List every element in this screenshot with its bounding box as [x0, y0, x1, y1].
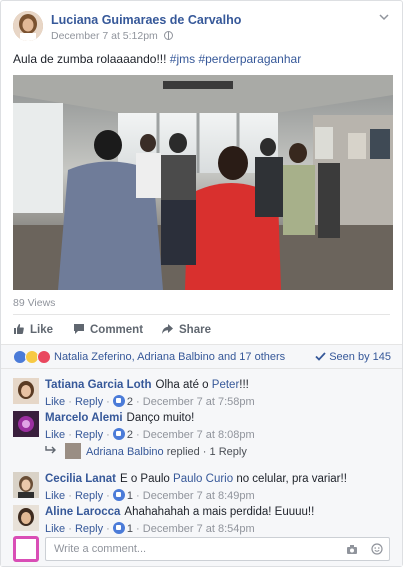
- commenter-name[interactable]: Tatiana Garcia Loth: [45, 379, 152, 391]
- share-button[interactable]: Share: [161, 323, 211, 336]
- comment-text-line: Aline Larocca Ahahahahah a mais perdida! …: [45, 505, 390, 520]
- author-avatar[interactable]: [13, 11, 43, 41]
- like-button[interactable]: Like: [13, 323, 53, 336]
- comment-reply-link[interactable]: Reply: [75, 429, 103, 441]
- like-label: Like: [30, 324, 54, 336]
- commenter-avatar[interactable]: [13, 472, 39, 498]
- comment-body: Marcelo Alemi Danço muito! Like · Reply ·…: [45, 411, 390, 443]
- comment-time[interactable]: December 7 at 7:58pm: [143, 396, 255, 408]
- comment-mention[interactable]: Peter: [212, 379, 240, 391]
- like-badge-icon: [112, 395, 125, 407]
- comment-like-link[interactable]: Like: [45, 429, 65, 441]
- globe-icon: [163, 31, 173, 40]
- video-player[interactable]: [13, 75, 393, 290]
- comment-text-line: Marcelo Alemi Danço muito!: [45, 411, 390, 426]
- commenter-avatar[interactable]: [13, 505, 39, 531]
- comment-like-count[interactable]: 1: [127, 490, 133, 502]
- comment-text-end: !!!: [239, 379, 249, 391]
- current-user-avatar: [13, 536, 39, 562]
- post-timestamp[interactable]: December 7 at 5:12pm: [51, 30, 173, 42]
- camera-icon[interactable]: [346, 544, 358, 555]
- post-header: Luciana Guimaraes de Carvalho December 7…: [13, 9, 390, 43]
- comment-meta: Like · Reply · 1 · December 7 at 8:54pm: [45, 522, 255, 535]
- comment-text-line: Cecilia Lanat E o Paulo Paulo Curio no ce…: [45, 472, 390, 487]
- comment-input[interactable]: Write a comment...: [45, 537, 390, 561]
- comment-button[interactable]: Comment: [73, 323, 143, 336]
- emoji-icon[interactable]: [371, 543, 383, 555]
- comment-meta: Like · Reply · 1 · December 7 at 8:49pm: [45, 489, 255, 502]
- post-text: Aula de zumba rolaaaando!!! #jms #perder…: [13, 52, 301, 66]
- composer-icons: [346, 543, 383, 558]
- replier-avatar[interactable]: [65, 443, 81, 459]
- comment-text-line: Tatiana Garcia Loth Olha até o Peter!!!: [45, 378, 390, 393]
- comment-text: Danço muito!: [126, 412, 195, 424]
- comment-body: Tatiana Garcia Loth Olha até o Peter!!! L…: [45, 378, 390, 410]
- comment-text-end: no celular, pra variar!!: [233, 473, 347, 485]
- comment-text: Ahahahahah a mais perdida! Euuuu!!: [124, 506, 315, 518]
- post-date[interactable]: December 7 at 5:12pm: [51, 30, 158, 42]
- comment-time[interactable]: December 7 at 8:54pm: [143, 523, 255, 535]
- reply-count: replied · 1 Reply: [166, 446, 247, 458]
- comment-composer: Write a comment...: [13, 536, 390, 562]
- comment-like-link[interactable]: Like: [45, 490, 65, 502]
- video-frame: [13, 75, 393, 290]
- comment-body: Aline Larocca Ahahahahah a mais perdida! …: [45, 505, 390, 537]
- like-badge-icon: [112, 522, 125, 534]
- post-hashtags[interactable]: #jms #perderparaganhar: [170, 52, 301, 66]
- comment-like-count[interactable]: 2: [127, 429, 133, 441]
- commenter-avatar[interactable]: [13, 378, 39, 404]
- speech-bubble-icon: [74, 324, 84, 334]
- seen-by[interactable]: Seen by 145: [315, 351, 391, 363]
- comment-text: E o Paulo: [119, 473, 174, 485]
- comment-mention[interactable]: Paulo Curio: [173, 473, 233, 485]
- comment-reply-link[interactable]: Reply: [75, 523, 103, 535]
- post-text-body: Aula de zumba rolaaaando!!!: [13, 52, 170, 66]
- commenter-name[interactable]: Cecilia Lanat: [45, 473, 116, 485]
- seen-count: Seen by 145: [329, 351, 391, 363]
- view-count: 89 Views: [13, 297, 56, 309]
- comment-like-count[interactable]: 1: [127, 523, 133, 535]
- comment-placeholder: Write a comment...: [54, 543, 147, 555]
- comment-meta: Like · Reply · 2 · December 7 at 8:08pm: [45, 428, 255, 441]
- comment-reply-link[interactable]: Reply: [75, 490, 103, 502]
- author-name[interactable]: Luciana Guimaraes de Carvalho: [51, 13, 241, 27]
- chevron-down-icon[interactable]: [378, 11, 390, 23]
- post-card: Luciana Guimaraes de Carvalho December 7…: [0, 0, 403, 567]
- comment-like-link[interactable]: Like: [45, 523, 65, 535]
- like-badge-icon: [112, 428, 125, 440]
- comment-time[interactable]: December 7 at 8:49pm: [143, 490, 255, 502]
- commenter-name[interactable]: Marcelo Alemi: [45, 412, 123, 424]
- share-arrow-icon: [162, 324, 173, 334]
- replies-summary[interactable]: Adriana Balbino replied · 1 Reply: [45, 443, 247, 459]
- commenter-name[interactable]: Aline Larocca: [45, 506, 120, 518]
- comment-time[interactable]: December 7 at 8:08pm: [143, 429, 255, 441]
- reply-arrow-icon: [45, 446, 56, 454]
- action-bar: Like Comment Share: [13, 314, 390, 344]
- reactions-summary: Natalia Zeferino, Adriana Balbino and 17…: [1, 344, 402, 369]
- commenter-avatar[interactable]: [13, 411, 39, 437]
- thumbs-up-icon: [14, 324, 24, 334]
- share-label: Share: [179, 324, 211, 336]
- reactors-list[interactable]: Natalia Zeferino, Adriana Balbino and 17…: [54, 351, 285, 363]
- comment-text: Olha até o: [155, 379, 212, 391]
- replier-name[interactable]: Adriana Balbino: [86, 446, 164, 458]
- comment-label: Comment: [90, 324, 144, 336]
- comment-body: Cecilia Lanat E o Paulo Paulo Curio no ce…: [45, 472, 390, 504]
- comment-meta: Like · Reply · 2 · December 7 at 7:58pm: [45, 395, 255, 408]
- checkmark-icon: [315, 352, 326, 361]
- like-badge-icon: [112, 489, 125, 501]
- comment-like-link[interactable]: Like: [45, 396, 65, 408]
- comment-reply-link[interactable]: Reply: [75, 396, 103, 408]
- love-reaction-icon: [37, 350, 51, 364]
- comment-like-count[interactable]: 2: [127, 396, 133, 408]
